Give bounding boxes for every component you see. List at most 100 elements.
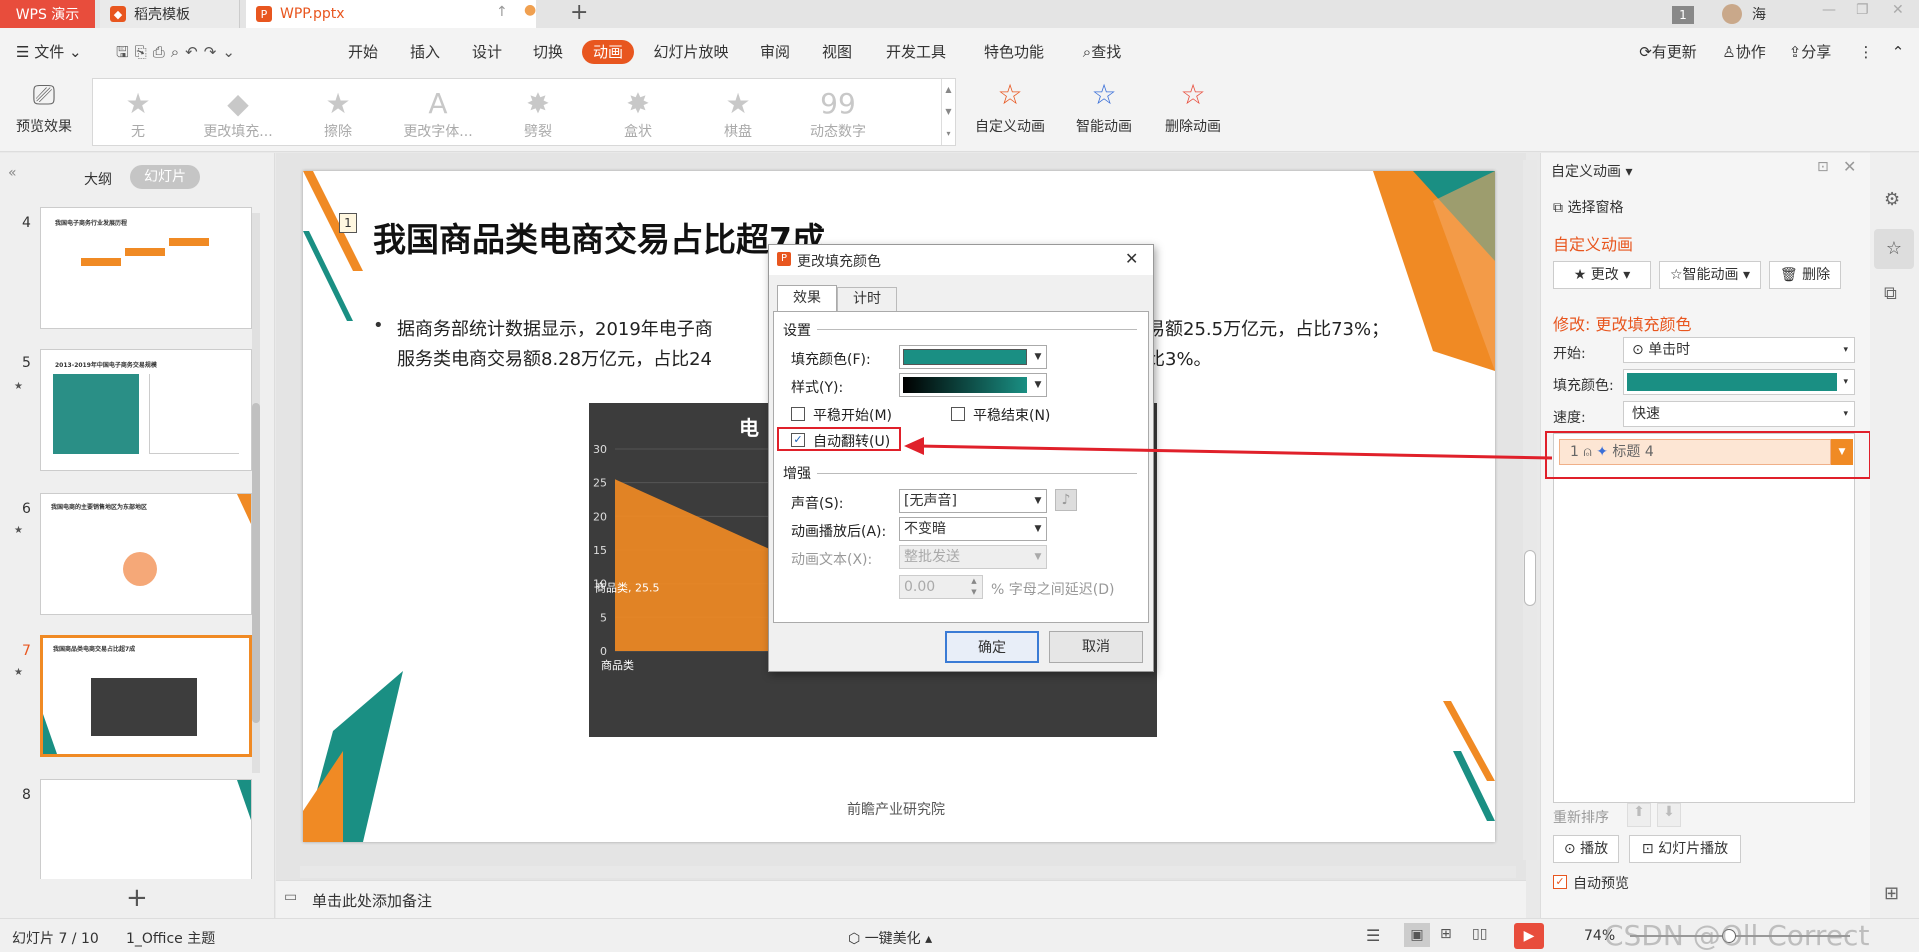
slideshow-button[interactable]: ⊡ 幻灯片播放 xyxy=(1629,835,1741,863)
main-vertical-scrollbar[interactable] xyxy=(1523,160,1537,860)
custom-animation-button[interactable]: ☆ 自定义动画 xyxy=(970,78,1050,148)
slide-thumbnail-7-selected[interactable]: 我国商品类电商交易占比超7成 xyxy=(40,635,252,757)
letter-delay-input[interactable]: 0.00 ▲ ▼ xyxy=(899,575,983,599)
speed-select[interactable]: 快速 ▾ xyxy=(1623,401,1855,427)
maximize-icon[interactable]: ❐ xyxy=(1856,2,1869,18)
menu-animation[interactable]: 动画 xyxy=(582,40,634,64)
tab-slides[interactable]: 幻灯片 xyxy=(130,165,200,189)
upload-icon[interactable]: ↑ xyxy=(496,4,508,20)
account-name[interactable]: 海 xyxy=(1752,4,1766,24)
menu-transition[interactable]: 切换 xyxy=(525,40,571,64)
move-down-icon[interactable]: ⬇ xyxy=(1657,803,1681,827)
change-button[interactable]: ★ 更改 ▾ xyxy=(1553,261,1651,289)
collapse-panel-icon[interactable]: « xyxy=(8,165,17,181)
delete-animation-button[interactable]: ☆ 删除动画 xyxy=(1158,78,1228,148)
animation-pane-icon[interactable]: ☆ xyxy=(1874,229,1914,269)
fill-color-picker[interactable]: ▼ xyxy=(899,345,1047,369)
slide-source[interactable]: 前瞻产业研究院 xyxy=(847,799,945,819)
avatar[interactable] xyxy=(1722,4,1742,24)
beautify-button[interactable]: ⬡ 一键美化 ▴ xyxy=(848,928,932,948)
play-button[interactable]: ⊙ 播放 xyxy=(1553,835,1619,863)
tab-wpp-file[interactable]: P WPP.pptx ↑ ● xyxy=(246,0,536,28)
start-select[interactable]: ⊙ 单击时 ▾ xyxy=(1623,337,1855,363)
gallery-item-wipe[interactable]: ★ 擦除 xyxy=(293,87,383,141)
gallery-item-split[interactable]: ✸ 劈裂 xyxy=(493,87,583,141)
gallery-scroll[interactable]: ▲ ▼ ▾ xyxy=(941,79,955,145)
slide-thumbnail-8[interactable] xyxy=(40,779,252,879)
auto-reverse-checkbox[interactable]: ✓ xyxy=(791,433,805,447)
notes-toggle-icon[interactable]: ☰ xyxy=(1366,926,1380,945)
auto-preview-checkbox[interactable]: ✓ xyxy=(1553,875,1567,889)
sound-select[interactable]: [无声音] ▼ xyxy=(899,489,1047,513)
selection-pane-link[interactable]: ⧉ 选择窗格 xyxy=(1553,197,1623,217)
bullet-line-2[interactable]: 服务类电商交易额8.28万亿元，占比24 xyxy=(397,345,712,371)
dialog-close-icon[interactable]: ✕ xyxy=(1125,249,1138,268)
smooth-end-checkbox[interactable] xyxy=(951,407,965,421)
tab-outline[interactable]: 大纲 xyxy=(84,169,112,189)
bullet-line-1[interactable]: 据商务部统计数据显示，2019年电子商 xyxy=(397,315,713,341)
add-slide-button[interactable]: + xyxy=(126,883,148,913)
pane-header[interactable]: 自定义动画 ▾ xyxy=(1551,161,1632,181)
menu-insert[interactable]: 插入 xyxy=(402,40,448,64)
collapse-ribbon-icon[interactable]: ⌃ xyxy=(1888,40,1908,64)
smart-animation-button[interactable]: ☆ 智能动画 xyxy=(1066,78,1142,148)
new-tab-button[interactable]: + xyxy=(570,0,588,25)
menu-start[interactable]: 开始 xyxy=(340,40,386,64)
menu-features[interactable]: 特色功能 xyxy=(974,40,1054,64)
file-menu[interactable]: ☰ 文件 ⌄ xyxy=(16,40,96,64)
gallery-item-fill[interactable]: ◆ 更改填充... xyxy=(193,87,283,141)
smart-animation-pane-button[interactable]: ☆智能动画 ▾ xyxy=(1659,261,1761,289)
play-slideshow-icon[interactable]: ▶ xyxy=(1514,923,1544,949)
menu-find[interactable]: ⌕查找 xyxy=(1072,40,1132,64)
tab-wps[interactable]: WPS 演示 xyxy=(0,0,95,28)
animation-order-badge[interactable]: 1 xyxy=(339,213,357,233)
lock-icon[interactable]: ⊡ xyxy=(1817,159,1829,175)
slide-thumbnail-4[interactable]: 我国电子商务行业发展历程 xyxy=(40,207,252,329)
main-horizontal-scrollbar[interactable] xyxy=(300,866,1516,878)
layers-icon[interactable]: ⧉ xyxy=(1884,283,1897,304)
tab-timing[interactable]: 计时 xyxy=(837,287,897,311)
normal-view-icon[interactable]: ▣ xyxy=(1404,923,1430,947)
collab-button[interactable]: ♙协作 xyxy=(1714,40,1774,64)
cancel-button[interactable]: 取消 xyxy=(1049,631,1143,663)
grid-icon[interactable]: ⊞ xyxy=(1884,883,1899,904)
after-animation-select[interactable]: 不变暗 ▼ xyxy=(899,517,1047,541)
smooth-start-checkbox[interactable] xyxy=(791,407,805,421)
thumb-scrollbar[interactable] xyxy=(252,213,260,773)
gallery-item-box[interactable]: ✸ 盒状 xyxy=(593,87,683,141)
tab-daoke[interactable]: ◆ 稻壳模板 xyxy=(100,0,240,28)
quick-access-toolbar[interactable]: 🖫⎘⎙⌕↶↷⌄ xyxy=(116,40,316,64)
bullet-line-1-right[interactable]: 易额25.5万亿元，占比73%； xyxy=(1147,315,1389,341)
update-button[interactable]: ⟳有更新 xyxy=(1630,40,1706,64)
theme-name[interactable]: 1_Office 主题 xyxy=(126,928,215,948)
pane-close-icon[interactable]: ✕ xyxy=(1843,157,1856,176)
more-icon[interactable]: ⋮ xyxy=(1856,40,1876,64)
delete-button[interactable]: 🗑 删除 xyxy=(1769,261,1841,289)
slide-thumbnail-6[interactable]: 我国电商的主要销售地区为东部地区 xyxy=(40,493,252,615)
slide-thumbnail-5[interactable]: 2013-2019年中国电子商务交易规模 xyxy=(40,349,252,471)
move-up-icon[interactable]: ⬆ xyxy=(1627,803,1651,827)
gallery-item-checker[interactable]: ★ 棋盘 xyxy=(693,87,783,141)
menu-slideshow[interactable]: 幻灯片放映 xyxy=(648,40,734,64)
speaker-icon[interactable]: ♪ xyxy=(1055,489,1077,511)
preview-effect-button[interactable]: ⎚ 预览效果 xyxy=(10,78,78,148)
reading-view-icon[interactable]: ▯▯ xyxy=(1472,926,1487,942)
animation-list-item[interactable]: 1 ⍝ ✦ 标题 4 xyxy=(1559,439,1831,465)
minimize-icon[interactable]: — xyxy=(1822,2,1836,18)
gallery-item-number[interactable]: 99 动态数字 xyxy=(793,87,883,141)
notes-bar[interactable]: ▭ 单击此处添加备注 xyxy=(276,880,1526,918)
menu-developer[interactable]: 开发工具 xyxy=(876,40,956,64)
menu-review[interactable]: 审阅 xyxy=(752,40,798,64)
ok-button[interactable]: 确定 xyxy=(945,631,1039,663)
sorter-view-icon[interactable]: ⊞ xyxy=(1440,926,1452,942)
menu-view[interactable]: 视图 xyxy=(814,40,860,64)
gallery-item-none[interactable]: ★ 无 xyxy=(93,87,183,141)
slide-title[interactable]: 我国商品类电商交易占比超7成 xyxy=(373,213,825,261)
bullet-line-2-right[interactable]: 比3%。 xyxy=(1147,345,1212,371)
tab-effect[interactable]: 效果 xyxy=(777,285,837,311)
share-button[interactable]: ⇪分享 xyxy=(1780,40,1840,64)
animate-text-select[interactable]: 整批发送 ▼ xyxy=(899,545,1047,569)
gallery-item-font[interactable]: A 更改字体... xyxy=(393,87,483,141)
fill-color-select[interactable]: ▾ xyxy=(1623,369,1855,395)
list-item-dropdown-icon[interactable]: ▼ xyxy=(1831,439,1853,465)
